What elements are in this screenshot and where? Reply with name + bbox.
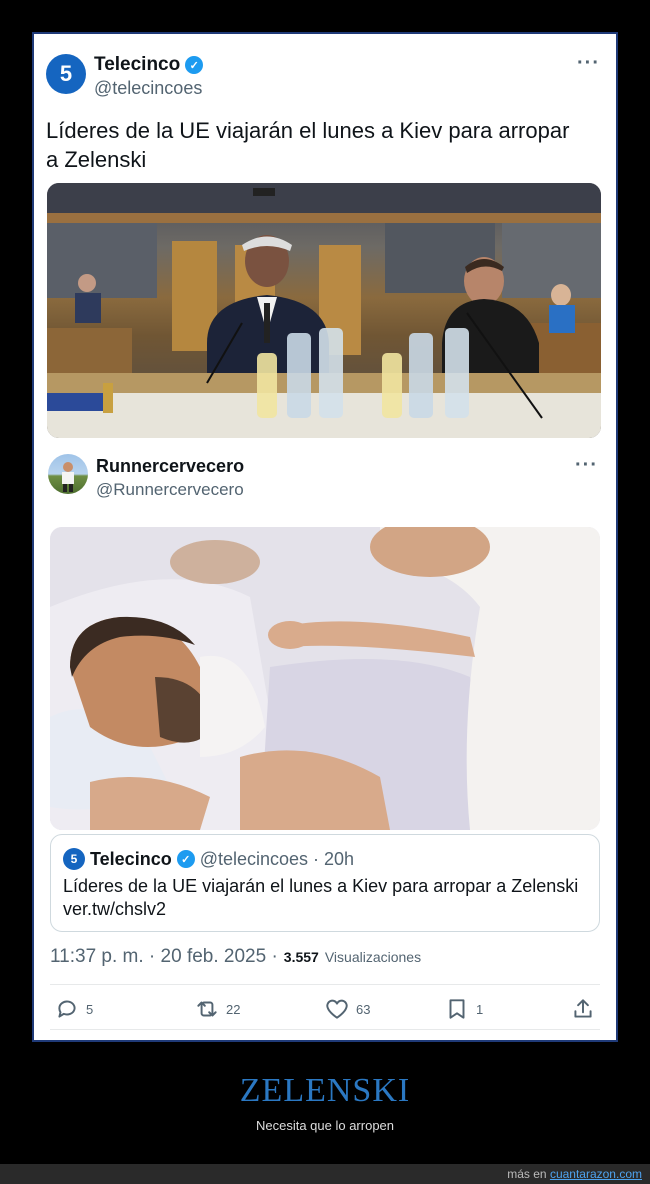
quoted-handle: @telecincoes: [199, 848, 309, 869]
inner-display-name[interactable]: Runnercervecero: [96, 456, 244, 477]
like-count: 63: [356, 1001, 371, 1017]
footer-link[interactable]: cuantarazon.com: [550, 1167, 642, 1181]
inner-handle[interactable]: @Runnercervecero: [96, 480, 244, 500]
divider: [50, 984, 600, 985]
meme-bed-photo[interactable]: [50, 527, 600, 830]
reply-icon: [58, 1000, 76, 1018]
like-icon: [326, 999, 348, 1019]
bookmark-button[interactable]: 1: [444, 996, 483, 1022]
outer-tweet-header: 5 Telecinco ✓ @telecincoes ···: [46, 52, 604, 102]
views-label: Visualizaciones: [324, 949, 422, 965]
eu-council-illustration: [47, 183, 601, 438]
share-icon: [574, 999, 592, 1018]
footer-prefix: más en: [507, 1167, 547, 1181]
quoted-time: · 20h: [313, 848, 355, 869]
retweet-icon: [197, 1001, 217, 1017]
outer-display-name[interactable]: Telecinco: [94, 54, 180, 76]
retweet-button[interactable]: 22: [194, 996, 240, 1022]
more-icon[interactable]: ···: [577, 52, 600, 75]
runner-avatar-illustration: [62, 462, 74, 492]
outer-name-row: Telecinco ✓: [94, 54, 204, 76]
outer-handle[interactable]: @telecincoes: [94, 78, 202, 99]
telecinco-avatar[interactable]: 5: [46, 54, 86, 94]
site-footer: más en cuantarazon.com: [0, 1164, 650, 1184]
views-count: 3.557: [283, 949, 319, 965]
inner-tweet-header: Runnercervecero @Runnercervecero ···: [48, 454, 602, 504]
tweet-timestamp[interactable]: 11:37 p. m. · 20 feb. 2025 ·: [50, 946, 278, 968]
quoted-tweet[interactable]: 5 Telecinco ✓ @telecincoes · 20h Líderes…: [50, 834, 600, 932]
quoted-display-name: Telecinco: [90, 848, 172, 869]
eu-council-photo[interactable]: [47, 183, 601, 438]
quoted-tweet-header: 5 Telecinco ✓ @telecincoes · 20h: [63, 848, 354, 870]
divider: [50, 1029, 600, 1030]
meme-frame: 5 Telecinco ✓ @telecincoes ··· Líderes d…: [32, 32, 618, 1042]
quoted-avatar: 5: [63, 848, 85, 870]
bookmark-count: 1: [476, 1001, 484, 1017]
quoted-tweet-text: Líderes de la UE viajarán el lunes a Kie…: [63, 876, 579, 919]
more-icon[interactable]: ···: [575, 454, 598, 477]
share-button[interactable]: [570, 996, 596, 1022]
tweet-meta: 11:37 p. m. · 20 feb. 2025 · 3.557 Visua…: [50, 946, 421, 968]
like-button[interactable]: 63: [324, 996, 370, 1022]
retweet-count: 22: [226, 1001, 241, 1017]
reply-count: 5: [86, 1001, 94, 1017]
verified-icon: ✓: [185, 56, 204, 74]
tweet-actions: 5 22 63 1: [54, 996, 596, 1026]
meme-title: ZELENSKI: [239, 1072, 411, 1109]
outer-tweet-text: Líderes de la UE viajarán el lunes a Kie…: [46, 118, 570, 172]
runnercervecero-avatar[interactable]: [48, 454, 88, 494]
meme-subtitle: Necesita que lo arropen: [255, 1118, 395, 1133]
reply-button[interactable]: 5: [54, 996, 93, 1022]
verified-icon: ✓: [176, 850, 195, 868]
bookmark-icon: [449, 999, 465, 1019]
meme-bed-illustration: [50, 527, 600, 830]
